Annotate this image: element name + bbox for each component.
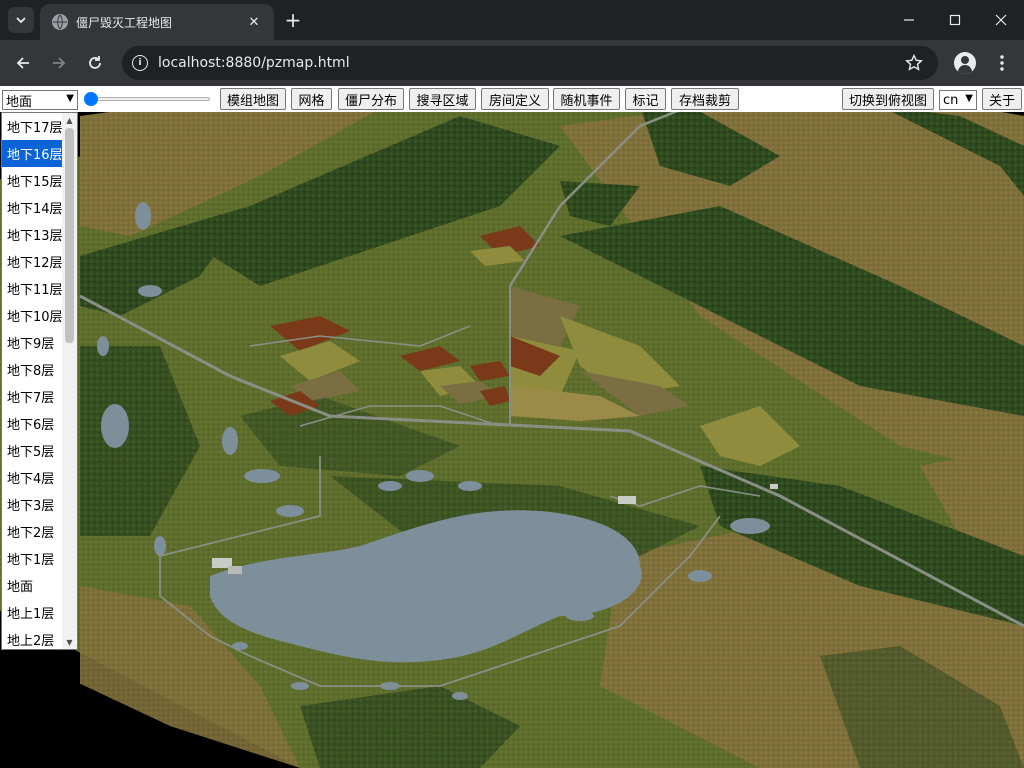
isometric-map[interactable] bbox=[0, 86, 1024, 768]
minimize-icon[interactable] bbox=[886, 0, 932, 40]
window-close-icon[interactable] bbox=[978, 0, 1024, 40]
language-select-value: cn bbox=[943, 92, 959, 108]
tab-search-chevron-down-icon[interactable] bbox=[8, 7, 34, 33]
layer-option[interactable]: 地下7层 bbox=[2, 383, 63, 410]
back-arrow-icon[interactable] bbox=[11, 51, 35, 75]
opacity-slider[interactable] bbox=[84, 92, 212, 106]
layer-option[interactable]: 地下11层 bbox=[2, 275, 63, 302]
layer-option[interactable]: 地下9层 bbox=[2, 329, 63, 356]
layer-option[interactable]: 地下2层 bbox=[2, 518, 63, 545]
new-tab-plus-icon[interactable]: + bbox=[282, 8, 304, 32]
reload-icon[interactable] bbox=[83, 51, 107, 75]
layer-option[interactable]: 地上2层 bbox=[2, 626, 63, 649]
layer-select[interactable]: 地面 ▼ bbox=[2, 90, 78, 110]
browser-titlebar: 僵尸毁灭工程地图 ✕ + bbox=[0, 0, 1024, 40]
layer-select-value: 地面 bbox=[6, 94, 33, 110]
slider-track bbox=[88, 97, 210, 101]
profile-icon[interactable] bbox=[954, 52, 976, 74]
map-toolbar: 地面 ▼ 模组地图 网格 僵尸分布 搜寻区域 房间定义 随机事件 标记 存档裁剪… bbox=[0, 86, 1024, 112]
page-viewport: 地面 ▼ 模组地图 网格 僵尸分布 搜寻区域 房间定义 随机事件 标记 存档裁剪… bbox=[0, 86, 1024, 768]
layer-option[interactable]: 地下8层 bbox=[2, 356, 63, 383]
layer-option[interactable]: 地下6层 bbox=[2, 410, 63, 437]
scroll-down-arrow-icon[interactable]: ▼ bbox=[62, 635, 77, 649]
language-select[interactable]: cn ▼ bbox=[939, 90, 977, 110]
maximize-icon[interactable] bbox=[932, 0, 978, 40]
layer-option[interactable]: 地下1层 bbox=[2, 545, 63, 572]
switch-view-button[interactable]: 切换到俯视图 bbox=[842, 88, 934, 110]
layer-option[interactable]: 地下12层 bbox=[2, 248, 63, 275]
dropdown-scrollbar[interactable]: ▲ ▼ bbox=[62, 113, 77, 649]
marker-button[interactable]: 标记 bbox=[625, 88, 666, 110]
layer-option[interactable]: 地下13层 bbox=[2, 221, 63, 248]
browser-tab[interactable]: 僵尸毁灭工程地图 ✕ bbox=[40, 4, 274, 40]
room-definition-button[interactable]: 房间定义 bbox=[481, 88, 549, 110]
close-icon[interactable]: ✕ bbox=[246, 14, 262, 30]
save-trim-button[interactable]: 存档裁剪 bbox=[671, 88, 739, 110]
scroll-up-arrow-icon[interactable]: ▲ bbox=[62, 113, 77, 127]
chevron-down-icon: ▼ bbox=[965, 93, 973, 104]
layer-option[interactable]: 地面 bbox=[2, 572, 63, 599]
search-area-button[interactable]: 搜寻区域 bbox=[409, 88, 476, 110]
slider-thumb[interactable] bbox=[84, 92, 98, 106]
map-terrain bbox=[0, 86, 1024, 768]
layer-dropdown-list[interactable]: 地下17层 地下16层 地下15层 地下14层 地下13层 地下12层 地下11层 地下10层… bbox=[1, 112, 78, 650]
layer-option[interactable]: 地上1层 bbox=[2, 599, 63, 626]
tab-title: 僵尸毁灭工程地图 bbox=[76, 15, 173, 30]
info-icon[interactable]: i bbox=[132, 55, 148, 71]
layer-option[interactable]: 地下10层 bbox=[2, 302, 63, 329]
layer-option[interactable]: 地下15层 bbox=[2, 167, 63, 194]
about-button[interactable]: 关于 bbox=[982, 88, 1022, 110]
url-text[interactable]: localhost:8880/pzmap.html bbox=[158, 55, 904, 71]
layer-option[interactable]: 地下4层 bbox=[2, 464, 63, 491]
scrollbar-thumb[interactable] bbox=[65, 128, 74, 343]
zombie-distribution-button[interactable]: 僵尸分布 bbox=[338, 88, 404, 110]
layer-option[interactable]: 地下3层 bbox=[2, 491, 63, 518]
random-event-button[interactable]: 随机事件 bbox=[553, 88, 620, 110]
kebab-menu-icon[interactable] bbox=[992, 52, 1012, 74]
mod-map-button[interactable]: 模组地图 bbox=[220, 88, 286, 110]
forward-arrow-icon[interactable] bbox=[47, 51, 71, 75]
address-bar[interactable]: i localhost:8880/pzmap.html bbox=[122, 46, 938, 80]
layer-option[interactable]: 地下17层 bbox=[2, 113, 63, 140]
layer-option[interactable]: 地下16层 bbox=[2, 140, 63, 167]
layer-option[interactable]: 地下14层 bbox=[2, 194, 63, 221]
chevron-down-icon: ▼ bbox=[66, 93, 74, 104]
bookmark-star-icon[interactable] bbox=[904, 53, 924, 73]
layer-option[interactable]: 地下5层 bbox=[2, 437, 63, 464]
grid-button[interactable]: 网格 bbox=[291, 88, 332, 110]
globe-icon bbox=[52, 14, 68, 30]
browser-toolbar: i localhost:8880/pzmap.html bbox=[0, 40, 1024, 86]
